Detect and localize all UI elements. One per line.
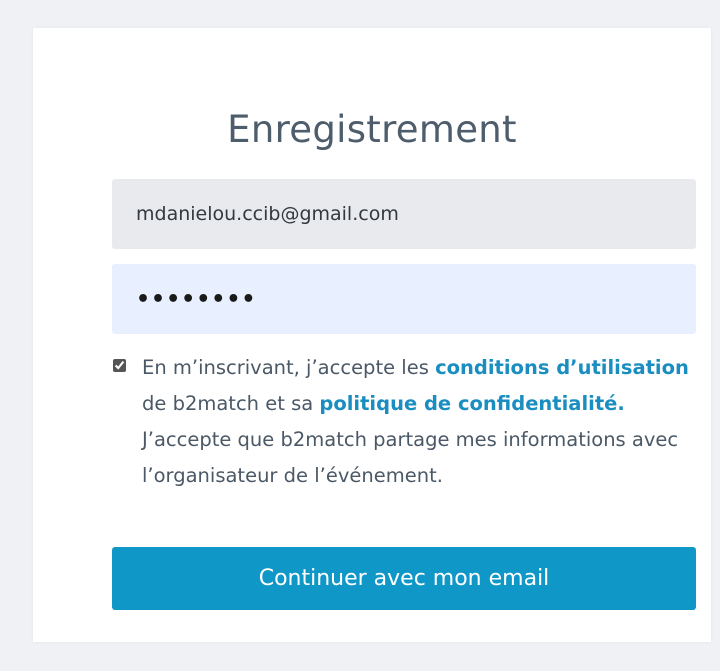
terms-link[interactable]: conditions d’utilisation <box>435 356 689 379</box>
password-field[interactable] <box>112 264 696 334</box>
registration-card: Enregistrement En m’inscrivant, j’accept… <box>33 28 711 642</box>
consent-checkbox[interactable] <box>113 359 126 372</box>
consent-text: En m’inscrivant, j’accepte les condition… <box>142 350 702 494</box>
privacy-policy-link[interactable]: politique de confidentialité. <box>319 392 624 415</box>
consent-text-part3: J’accepte que b2match partage mes inform… <box>142 428 679 487</box>
continue-with-email-button[interactable]: Continuer avec mon email <box>112 547 696 610</box>
consent-text-part2: de b2match et sa <box>142 392 320 415</box>
email-field[interactable] <box>112 179 696 249</box>
page-title: Enregistrement <box>227 108 517 151</box>
consent-text-part1: En m’inscrivant, j’accepte les <box>142 356 436 379</box>
